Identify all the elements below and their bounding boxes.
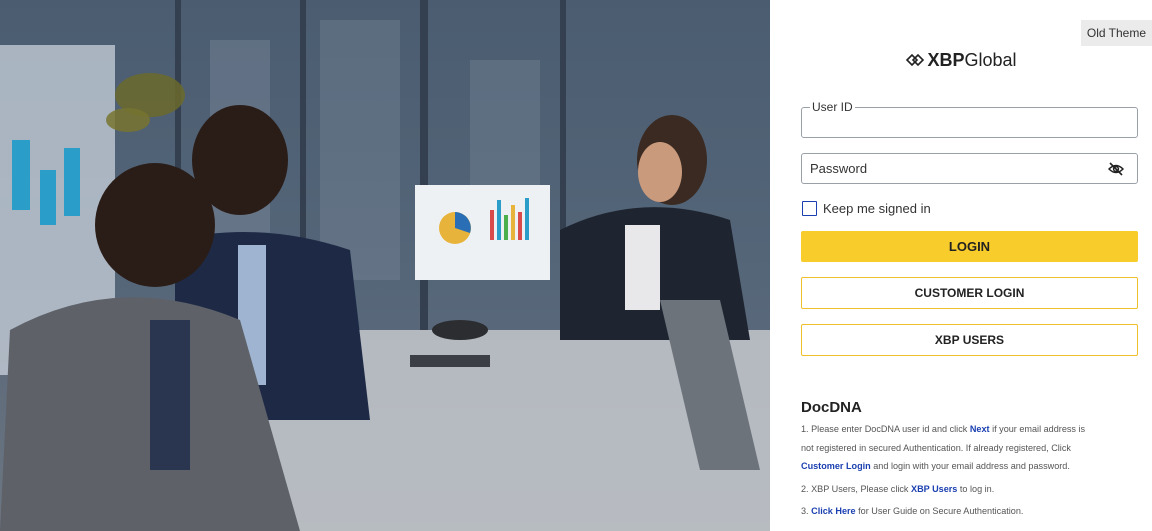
xbp-users-button[interactable]: XBP USERS — [801, 324, 1138, 356]
instruction-text: 3. — [801, 506, 812, 516]
instruction-text: if your email address is — [989, 424, 1086, 434]
instruction-line: Customer Login and login with your email… — [801, 457, 1141, 476]
checkbox-icon[interactable] — [802, 200, 817, 216]
instruction-text: to log in. — [957, 483, 995, 494]
instruction-line: 3. Click Here for User Guide on Secure A… — [801, 502, 1141, 521]
next-link[interactable]: Next — [970, 424, 990, 434]
click-here-link[interactable]: Click Here — [811, 506, 855, 516]
docdna-title: DocDNA — [801, 399, 862, 416]
instruction-line: 1. Please enter DocDNA user id and click… — [801, 420, 1141, 439]
xbp-users-link[interactable]: XBP Users — [911, 484, 957, 494]
instruction-line: 2. XBP Users, Please click XBP Users to … — [801, 480, 1141, 499]
instruction-text: 1. Please enter DocDNA user id and click — [801, 424, 970, 434]
instruction-text: and login with your email address and pa… — [870, 461, 1070, 471]
password-placeholder: Password — [810, 161, 868, 176]
keep-signed-in[interactable]: Keep me signed in — [802, 200, 931, 216]
brand-name-rest: Global — [964, 50, 1017, 70]
instruction-line: not registered in secured Authentication… — [801, 442, 1071, 453]
keep-signed-in-label: Keep me signed in — [823, 200, 931, 216]
xbp-logo-icon — [905, 50, 925, 72]
brand-name-bold: XBP — [927, 50, 965, 70]
user-id-field[interactable]: User ID — [801, 99, 1138, 138]
instruction-text: for User Guide on Secure Authentication. — [855, 506, 1024, 516]
login-button[interactable]: LOGIN — [801, 231, 1138, 262]
customer-login-link[interactable]: Customer Login — [801, 461, 871, 471]
login-panel: Old Theme XBPGlobal User ID Password Kee… — [770, 0, 1152, 531]
background-photo — [0, 0, 770, 531]
password-field[interactable]: Password — [801, 153, 1138, 184]
eye-off-icon[interactable] — [1107, 161, 1125, 177]
docdna-instructions: 1. Please enter DocDNA user id and click… — [801, 420, 1141, 521]
instruction-text: 2. XBP Users, Please click — [801, 483, 912, 494]
customer-login-button[interactable]: CUSTOMER LOGIN — [801, 277, 1138, 309]
old-theme-button[interactable]: Old Theme — [1080, 20, 1152, 46]
meeting-photo-illustration — [0, 0, 770, 531]
user-id-label: User ID — [810, 99, 855, 115]
brand-logo: XBPGlobal — [770, 49, 1152, 71]
